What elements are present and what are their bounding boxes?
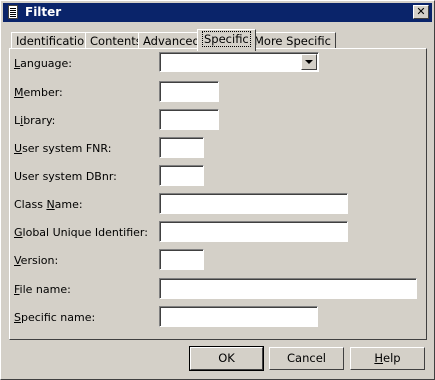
field-label-text: File name:	[14, 283, 71, 296]
field-label-text: Global Unique Identifier:	[14, 226, 148, 239]
field-label-text: Library:	[14, 114, 56, 127]
tab-label: More Specific	[254, 34, 331, 48]
version-label: Version:	[14, 254, 58, 267]
chevron-down-icon[interactable]	[301, 54, 317, 70]
library-field[interactable]	[159, 109, 219, 130]
tab-label: Identification	[16, 34, 92, 48]
specific-name-label: Specific name:	[14, 311, 95, 324]
field-label-text: User system FNR:	[14, 142, 112, 155]
title-bar[interactable]: Filter ✕	[3, 3, 432, 22]
cancel-button[interactable]: Cancel	[269, 347, 344, 370]
specific-name-field[interactable]	[159, 306, 318, 327]
tab-label: Specific	[202, 31, 251, 47]
ok-label: OK	[218, 351, 235, 365]
field-label-text: User system DBnr:	[14, 170, 117, 183]
ok-button[interactable]: OK	[189, 346, 264, 371]
file-name-label: File name:	[14, 283, 71, 296]
global-unique-identifier-label: Global Unique Identifier:	[14, 226, 148, 239]
user-system-fnr-label: User system FNR:	[14, 142, 111, 155]
user-system-dbnr-field[interactable]	[159, 165, 204, 186]
member-field[interactable]	[159, 81, 219, 102]
help-label: Help	[374, 351, 401, 365]
library-label: Library:	[14, 114, 55, 127]
field-label-text: Member:	[14, 86, 63, 99]
tab-label: Advanced	[143, 34, 200, 48]
user-system-fnr-field[interactable]	[159, 137, 204, 158]
tab-label: Contents	[90, 34, 142, 48]
cancel-label: Cancel	[287, 351, 326, 365]
field-label-text: Class Name:	[14, 198, 83, 211]
user-system-dbnr-label: User system DBnr:	[14, 170, 117, 183]
filter-dialog: Filter ✕ Identification Contents Advance…	[0, 0, 435, 380]
field-label-text: Specific name:	[14, 311, 96, 324]
version-field[interactable]	[159, 249, 204, 270]
field-label-text: Language:	[14, 57, 73, 70]
member-label: Member:	[14, 86, 63, 99]
close-icon: ✕	[416, 5, 426, 18]
file-name-field[interactable]	[159, 278, 417, 299]
language-label: Language:	[14, 57, 72, 70]
class-name-field[interactable]	[159, 193, 348, 214]
field-label-text: Version:	[14, 254, 59, 267]
language-dropdown[interactable]	[159, 52, 319, 72]
help-button[interactable]: Help	[350, 347, 425, 370]
dialog-title: Filter	[25, 5, 62, 19]
document-icon	[8, 5, 18, 19]
class-name-label: Class Name:	[14, 198, 83, 211]
close-button[interactable]: ✕	[413, 5, 429, 19]
global-unique-identifier-field[interactable]	[159, 221, 348, 242]
tab-specific[interactable]: Specific	[197, 29, 256, 51]
